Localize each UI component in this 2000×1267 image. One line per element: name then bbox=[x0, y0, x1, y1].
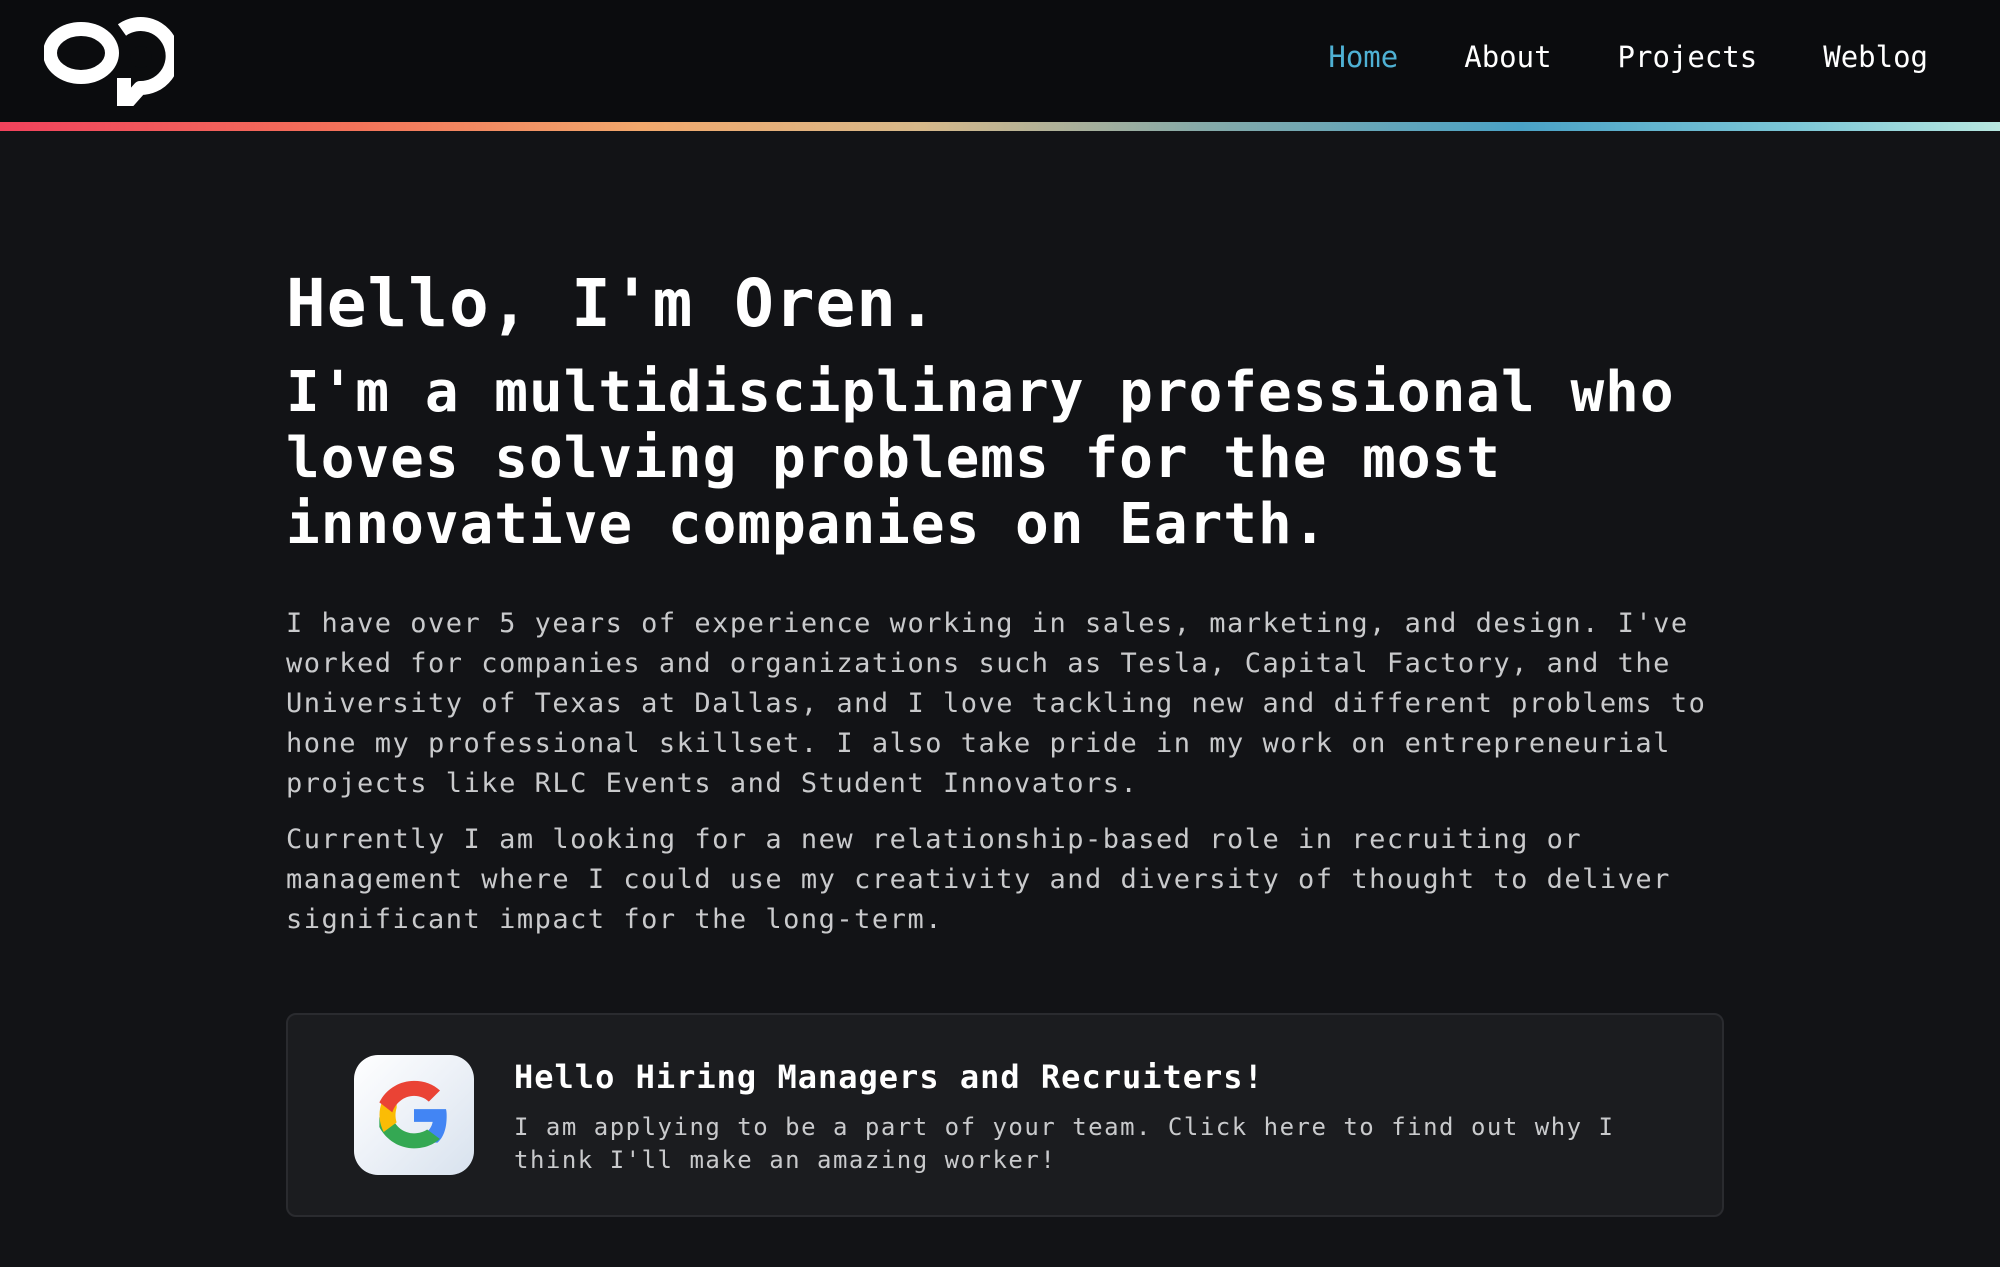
nav-projects[interactable]: Projects bbox=[1585, 37, 1791, 77]
intro-paragraph-experience: I have over 5 years of experience workin… bbox=[286, 608, 1707, 799]
header-gradient-divider bbox=[0, 122, 2000, 131]
main-nav: Home About Projects Weblog bbox=[1295, 37, 1950, 77]
hero-title: Hello, I'm Oren. bbox=[286, 265, 938, 342]
card-title: Hello Hiring Managers and Recruiters! bbox=[514, 1058, 1264, 1096]
hiring-managers-card[interactable]: Hello Hiring Managers and Recruiters! I … bbox=[286, 1013, 1724, 1217]
main-content: Hello, I'm Oren. I'm a multidisciplinary… bbox=[286, 260, 1726, 940]
nav-weblog[interactable]: Weblog bbox=[1790, 37, 1950, 77]
google-icon bbox=[354, 1055, 474, 1175]
site-header: Home About Projects Weblog bbox=[0, 0, 2000, 122]
intro-paragraph-goals: Currently I am looking for a new relatio… bbox=[286, 824, 1671, 935]
card-description: I am applying to be a part of your team.… bbox=[514, 1113, 1615, 1174]
nav-home[interactable]: Home bbox=[1295, 37, 1431, 77]
op-logo-icon[interactable] bbox=[44, 16, 174, 106]
nav-about[interactable]: About bbox=[1431, 37, 1584, 77]
hero-subtitle: I'm a multidisciplinary professional who… bbox=[286, 360, 1675, 557]
